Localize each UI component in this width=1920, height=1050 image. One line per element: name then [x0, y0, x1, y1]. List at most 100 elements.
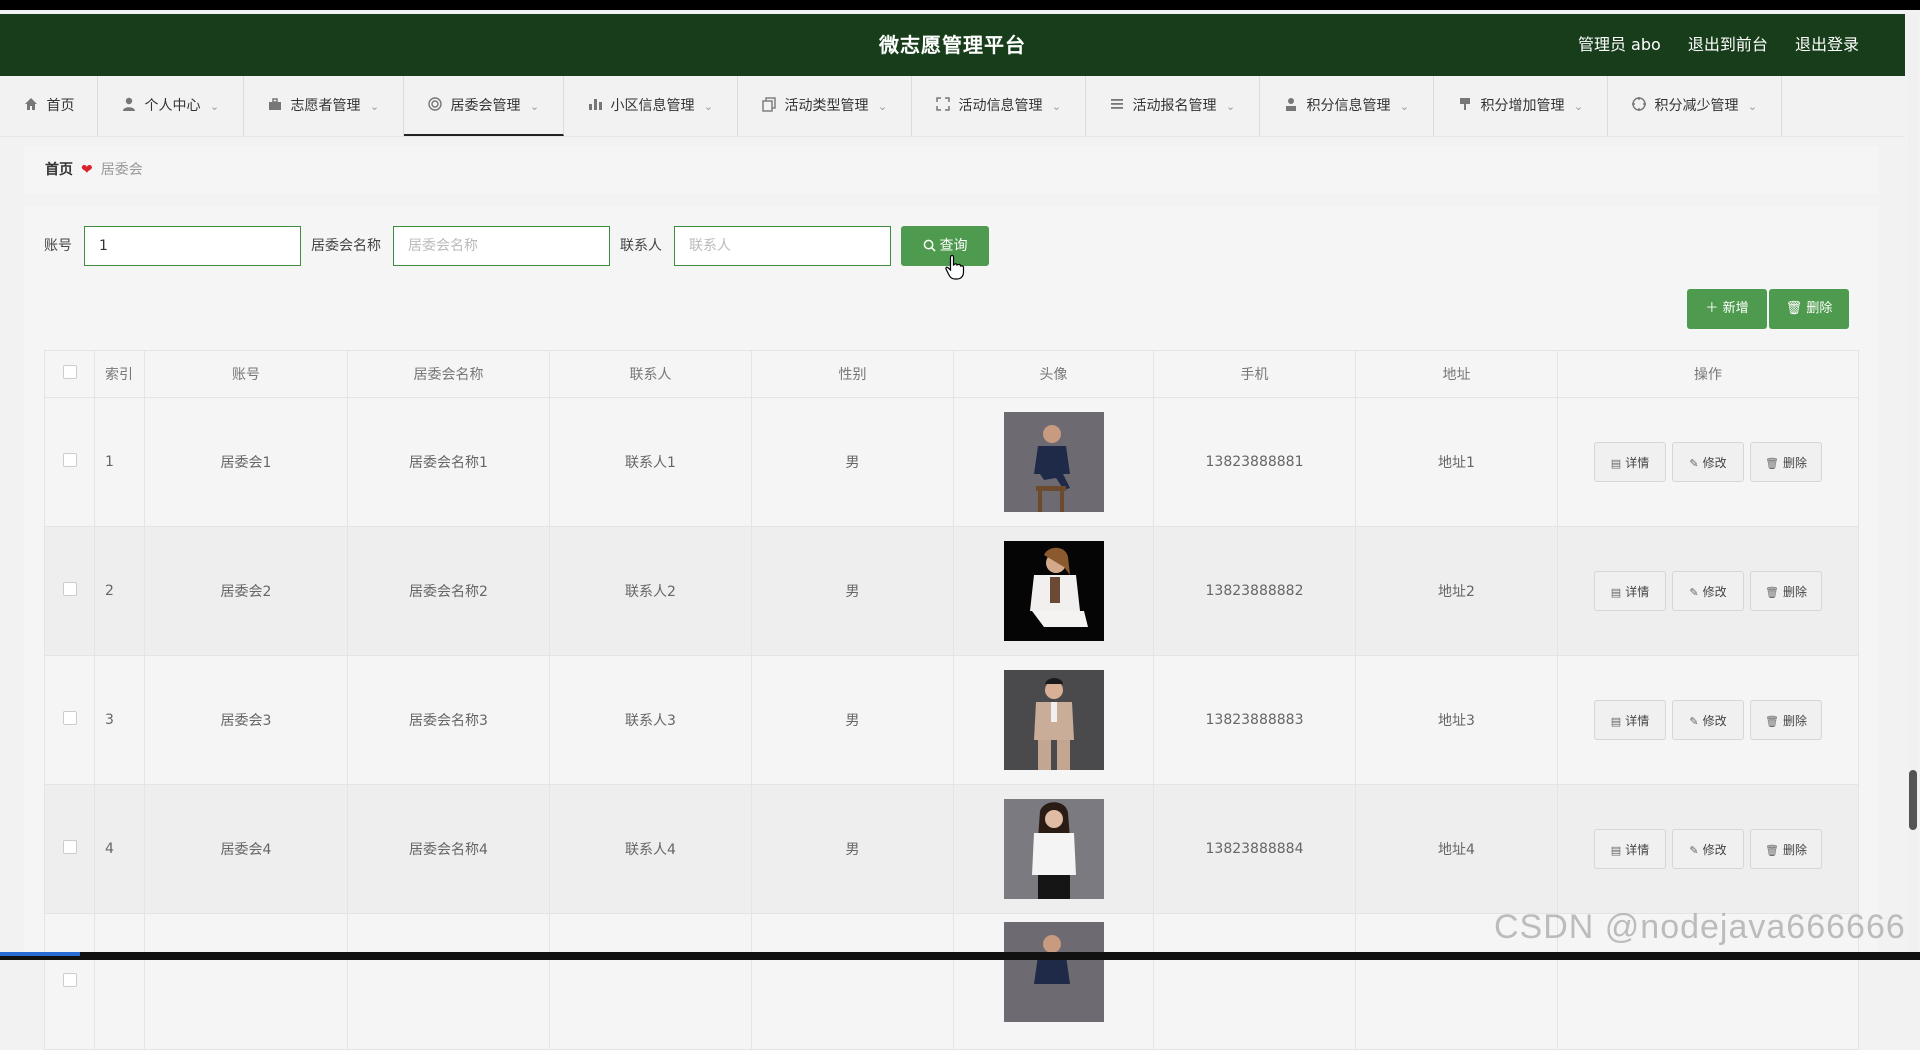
delete-button[interactable]: 🗑 删除 — [1750, 442, 1822, 482]
detail-label: 详情 — [1625, 843, 1650, 857]
nav-item-committee[interactable]: 居委会管理 ⌄ — [404, 76, 564, 136]
table-row: 2 居委会2 居委会名称2 联系人2 男 13823888882 地址2 ▤ 详情… — [44, 526, 1859, 656]
row-checkbox[interactable] — [62, 972, 77, 987]
trash-icon: 🗑 — [1765, 586, 1779, 599]
logout-link[interactable]: 退出登录 — [1795, 35, 1859, 54]
cell-gender: 男 — [751, 784, 954, 914]
detail-label: 详情 — [1625, 456, 1650, 470]
edit-button[interactable]: ✎ 修改 — [1672, 571, 1744, 611]
detail-button[interactable]: ▤ 详情 — [1594, 442, 1666, 482]
add-label: 新增 — [1722, 301, 1749, 316]
edit-button[interactable]: ✎ 修改 — [1672, 829, 1744, 869]
cell-phone: 13823888882 — [1153, 526, 1356, 656]
edit-label: 修改 — [1702, 714, 1727, 728]
row-checkbox[interactable] — [62, 711, 77, 725]
table-row: 3 居委会3 居委会名称3 联系人3 男 13823888883 地址3 ▤ 详情… — [44, 655, 1859, 785]
edit-label: 修改 — [1702, 456, 1727, 470]
nav-item-points-info[interactable]: 积分信息管理 ⌄ — [1260, 76, 1434, 136]
nav-item-activity-type[interactable]: 活动类型管理 ⌄ — [738, 76, 912, 136]
row-select-cell — [44, 397, 95, 527]
nav-item-volunteers[interactable]: 志愿者管理 ⌄ — [244, 76, 404, 136]
breadcrumb-home[interactable]: 首页 — [45, 162, 73, 178]
account-input[interactable] — [84, 226, 301, 266]
row-select-cell — [44, 655, 95, 785]
cell-phone: 13823888884 — [1153, 784, 1356, 914]
pencil-icon: ✎ — [1689, 715, 1699, 728]
cell-address: 地址4 — [1355, 784, 1558, 914]
scrollbar-thumb[interactable] — [1909, 770, 1917, 830]
exit-to-front-link[interactable]: 退出到前台 — [1688, 35, 1768, 54]
trash-icon: 🗑 — [1765, 457, 1779, 470]
row-select-cell — [44, 784, 95, 914]
cell-index — [94, 913, 145, 1050]
bulk-delete-button[interactable]: 🗑 删除 — [1769, 289, 1849, 329]
plus-icon: ＋ — [1705, 301, 1723, 316]
document-icon: ▤ — [1610, 844, 1622, 857]
edit-button[interactable]: ✎ 修改 — [1672, 442, 1744, 482]
nav-item-points-add[interactable]: 积分增加管理 ⌄ — [1434, 76, 1608, 136]
nav-item-community[interactable]: 小区信息管理 ⌄ — [564, 76, 738, 136]
cell-phone — [1153, 913, 1356, 1050]
progress-indicator — [0, 952, 80, 956]
col-header-name: 居委会名称 — [347, 350, 550, 398]
row-checkbox[interactable] — [62, 453, 77, 467]
nav-item-personal[interactable]: 个人中心 ⌄ — [98, 76, 244, 136]
cell-contact: 联系人3 — [549, 655, 752, 785]
detail-label: 详情 — [1625, 714, 1650, 728]
home-icon — [24, 98, 37, 110]
contact-input[interactable] — [674, 226, 891, 266]
cell-gender: 男 — [751, 655, 954, 785]
nav-item-registration[interactable]: 活动报名管理 ⌄ — [1086, 76, 1260, 136]
delete-button[interactable]: 🗑 删除 — [1750, 829, 1822, 869]
row-checkbox[interactable] — [62, 840, 77, 854]
table-row: 4 居委会4 居委会名称4 联系人4 男 13823888884 地址4 ▤ 详情… — [44, 784, 1859, 914]
detail-button[interactable]: ▤ 详情 — [1594, 700, 1666, 740]
select-all-checkbox[interactable] — [62, 365, 77, 379]
bulk-delete-label: 删除 — [1806, 301, 1833, 316]
target-icon — [427, 97, 442, 111]
committee-name-input[interactable] — [393, 226, 610, 266]
bar-chart-icon — [588, 99, 602, 110]
avatar[interactable] — [1003, 541, 1104, 641]
table-row: 1 居委会1 居委会名称1 联系人1 男 13823888881 地址1 ▤ 详情… — [44, 397, 1859, 527]
avatar[interactable] — [1003, 922, 1104, 1022]
delete-button[interactable]: 🗑 删除 — [1750, 700, 1822, 740]
col-header-avatar: 头像 — [953, 350, 1154, 398]
cell-address: 地址1 — [1355, 397, 1558, 527]
cell-name: 居委会名称2 — [347, 526, 550, 656]
delete-button[interactable]: 🗑 删除 — [1750, 571, 1822, 611]
bottom-edge-bar — [0, 952, 1920, 960]
nav-label: 积分信息管理 — [1306, 98, 1391, 114]
avatar[interactable] — [1003, 670, 1104, 770]
app-header: 微志愿管理平台 管理员 abo 退出到前台 退出登录 — [0, 14, 1905, 76]
col-header-contact: 联系人 — [549, 350, 752, 398]
list-icon — [1110, 99, 1123, 109]
chevron-down-icon: ⌄ — [1573, 100, 1584, 113]
cell-avatar — [953, 913, 1154, 1050]
add-button[interactable]: ＋ 新增 — [1687, 289, 1767, 329]
chevron-down-icon: ⌄ — [1051, 100, 1062, 113]
cell-account: 居委会4 — [144, 784, 348, 914]
document-icon: ▤ — [1610, 457, 1622, 470]
person-icon — [1285, 98, 1296, 111]
select-all-cell — [44, 350, 95, 398]
avatar[interactable] — [1003, 799, 1104, 899]
avatar[interactable] — [1003, 412, 1104, 512]
nav-label: 活动信息管理 — [958, 98, 1043, 114]
nav-item-points-reduce[interactable]: 积分减少管理 ⌄ — [1608, 76, 1782, 136]
col-header-actions: 操作 — [1557, 350, 1859, 398]
row-checkbox[interactable] — [62, 582, 77, 596]
nav-item-home[interactable]: 首页 — [0, 76, 98, 136]
detail-button[interactable]: ▤ 详情 — [1594, 571, 1666, 611]
trash-icon: 🗑 — [1765, 715, 1779, 728]
nav-item-activity-info[interactable]: 活动信息管理 ⌄ — [912, 76, 1086, 136]
cell-account: 居委会1 — [144, 397, 348, 527]
detail-button[interactable]: ▤ 详情 — [1594, 829, 1666, 869]
cell-avatar — [953, 784, 1154, 914]
nav-label: 志愿者管理 — [290, 98, 361, 114]
chevron-down-icon: ⌄ — [1399, 100, 1410, 113]
cell-avatar — [953, 655, 1154, 785]
cell-avatar — [953, 526, 1154, 656]
main-content: 账号 居委会名称 联系人 查询 ＋ 新增 🗑 删除 索引 账号 居委会名称 联系… — [24, 206, 1878, 1050]
edit-button[interactable]: ✎ 修改 — [1672, 700, 1744, 740]
